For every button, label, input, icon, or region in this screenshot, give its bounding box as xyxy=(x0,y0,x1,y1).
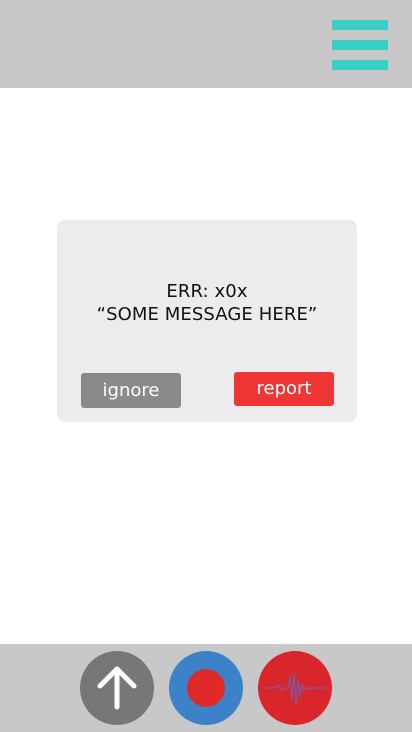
error-dialog: ERR: x0x “SOME MESSAGE HERE” ignore repo… xyxy=(57,220,357,422)
error-code: ERR: x0x xyxy=(166,281,248,302)
hamburger-menu-icon[interactable] xyxy=(332,20,388,70)
menu-line xyxy=(332,60,388,70)
menu-line xyxy=(332,20,388,30)
app-screen: ERR: x0x “SOME MESSAGE HERE” ignore repo… xyxy=(0,0,412,732)
upload-button[interactable] xyxy=(80,651,154,725)
error-message-block: ERR: x0x “SOME MESSAGE HERE” xyxy=(57,280,357,326)
pulse-waveform-icon xyxy=(264,672,326,705)
record-button[interactable] xyxy=(169,651,243,725)
record-icon xyxy=(187,669,225,707)
error-message: “SOME MESSAGE HERE” xyxy=(96,304,318,325)
report-button[interactable]: report xyxy=(234,372,334,406)
top-bar xyxy=(0,0,412,88)
bottom-bar xyxy=(0,644,412,732)
pulse-button[interactable] xyxy=(258,651,332,725)
menu-line xyxy=(332,40,388,50)
upload-arrow-icon xyxy=(97,666,137,710)
ignore-button[interactable]: ignore xyxy=(81,373,181,408)
